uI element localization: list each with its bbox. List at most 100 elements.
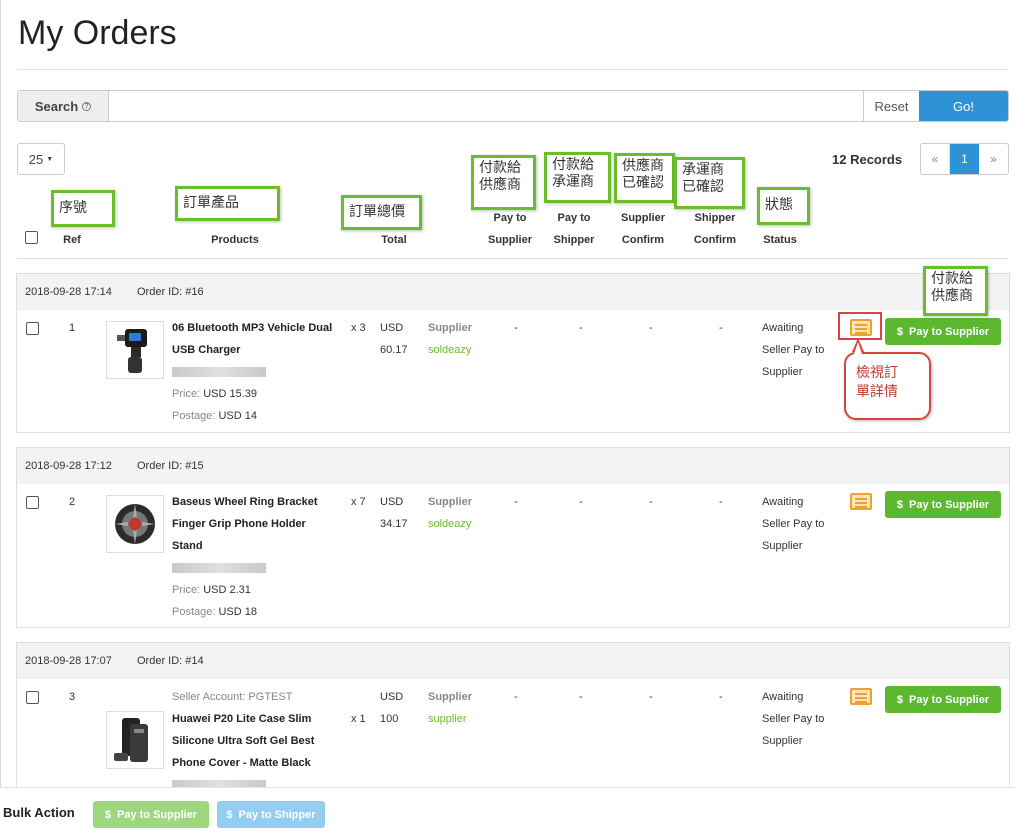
- annotation-pay-button-line1: 付款給: [931, 271, 973, 287]
- select-all-checkbox[interactable]: [25, 231, 38, 244]
- search-input[interactable]: [109, 91, 863, 121]
- order-status: Awaiting Seller Pay to Supplier: [762, 491, 838, 557]
- product-name-line3[interactable]: Stand: [172, 535, 348, 557]
- order-checkbox[interactable]: [26, 322, 39, 335]
- product-name-line1[interactable]: Huawei P20 Lite Case Slim: [172, 708, 348, 730]
- annotation-supplier-confirm: 供應商 已確認: [614, 153, 675, 203]
- status-line3: Supplier: [762, 735, 803, 747]
- supplier-confirm-value: -: [649, 691, 653, 703]
- col-pay-to-shipper[interactable]: Pay to Shipper: [546, 207, 602, 251]
- search-label-text: Search: [34, 98, 79, 114]
- detail-icon-highlight: [838, 312, 882, 340]
- supplier-label: Supplier: [428, 496, 473, 508]
- prev-page-button[interactable]: «: [921, 144, 950, 174]
- annotation-pay-button: 付款給 供應商: [923, 266, 988, 316]
- supplier-name[interactable]: soldeazy: [428, 339, 472, 361]
- dollar-icon: $: [226, 808, 233, 821]
- status-line3: Supplier: [762, 540, 803, 552]
- total-amount: 60.17: [380, 344, 408, 356]
- callout-line2: 單詳情: [856, 384, 898, 400]
- product-name-line2[interactable]: USB Charger: [172, 339, 348, 361]
- page-size-select[interactable]: 25 ▼: [17, 143, 65, 175]
- view-order-detail-icon[interactable]: [850, 688, 872, 705]
- order-header: 2018-09-28 17:12 Order ID: #15: [17, 448, 1009, 484]
- view-order-detail-icon[interactable]: [850, 493, 872, 510]
- product-name-line1[interactable]: 06 Bluetooth MP3 Vehicle Dual: [172, 317, 348, 339]
- callout-line1: 檢視訂: [856, 365, 898, 381]
- pay-to-supplier-label: Pay to Supplier: [909, 325, 990, 338]
- product-price: Price: USD 2.31: [172, 579, 348, 601]
- records-count: 12 Records: [832, 152, 903, 167]
- product-image[interactable]: [106, 711, 164, 769]
- page-title: My Orders: [18, 14, 177, 52]
- next-page-button[interactable]: »: [979, 144, 1008, 174]
- pay-to-supplier-button[interactable]: $ Pay to Supplier: [885, 491, 1001, 518]
- pay-to-supplier-button[interactable]: $ Pay to Supplier: [885, 686, 1001, 713]
- callout-pointer-fill: [854, 342, 862, 354]
- supplier-name[interactable]: soldeazy: [428, 513, 472, 535]
- order-checkbox[interactable]: [26, 496, 39, 509]
- order-status: Awaiting Seller Pay to Supplier: [762, 686, 838, 752]
- order-checkbox[interactable]: [26, 691, 39, 704]
- order-date: 2018-09-28 17:07: [25, 655, 112, 667]
- total-amount: 100: [380, 713, 399, 725]
- pay-to-supplier-label: Pay to Supplier: [909, 498, 990, 511]
- col-supplier-confirm-line1: Supplier: [620, 212, 665, 224]
- postage-value: USD 18: [218, 606, 258, 618]
- page-left-border: [0, 0, 1, 830]
- pagination: « 1 »: [920, 143, 1009, 175]
- status-line3: Supplier: [762, 366, 803, 378]
- redacted-field: [172, 361, 348, 383]
- reset-button[interactable]: Reset: [863, 91, 919, 121]
- col-pay-to-supplier-line1: Pay to: [493, 212, 527, 224]
- status-line2: Seller Pay to: [762, 713, 825, 725]
- supplier-label: Supplier: [428, 322, 473, 334]
- total-amount: 34.17: [380, 518, 408, 530]
- title-divider: [18, 69, 1008, 70]
- col-shipper-confirm[interactable]: Shipper Confirm: [684, 207, 746, 251]
- order-quantity: x 1: [351, 713, 366, 725]
- page-1-button[interactable]: 1: [950, 144, 979, 174]
- order-date: 2018-09-28 17:12: [25, 460, 112, 472]
- order-quantity: x 3: [351, 322, 366, 334]
- product-name-line2[interactable]: Silicone Ultra Soft Gel Best: [172, 730, 348, 752]
- order-ref: 1: [69, 322, 76, 334]
- product-info: 06 Bluetooth MP3 Vehicle Dual USB Charge…: [172, 317, 348, 427]
- annotation-pay-supplier: 付款給 供應商: [471, 155, 536, 210]
- pay-to-supplier-value: -: [514, 496, 518, 508]
- status-line1: Awaiting: [762, 496, 804, 508]
- bulk-pay-to-shipper-button[interactable]: $ Pay to Shipper: [217, 801, 325, 828]
- col-pay-to-supplier[interactable]: Pay to Supplier: [480, 207, 540, 251]
- annotation-pay-shipper-line1: 付款給: [552, 157, 594, 173]
- price-value: USD 15.39: [203, 388, 257, 400]
- order-total: USD 60.17: [380, 317, 408, 361]
- order-id: Order ID: #15: [137, 460, 204, 472]
- price-label: Price:: [172, 584, 201, 596]
- go-button[interactable]: Go!: [919, 91, 1008, 121]
- price-value: USD 2.31: [203, 584, 251, 596]
- annotation-pay-supplier-line2: 供應商: [479, 177, 521, 193]
- seller-account: Seller Account: PGTEST: [172, 691, 293, 703]
- postage-label: Postage:: [172, 410, 216, 422]
- product-name-line2[interactable]: Finger Grip Phone Holder: [172, 513, 348, 535]
- supplier-name[interactable]: supplier: [428, 708, 472, 730]
- order-total: USD 34.17: [380, 491, 408, 535]
- order-quantity: x 7: [351, 496, 366, 508]
- header-divider: [17, 258, 1008, 259]
- redacted-field: [172, 557, 348, 579]
- help-icon[interactable]: ?: [82, 101, 92, 111]
- product-image[interactable]: [106, 495, 164, 553]
- shipper-confirm-value: -: [719, 496, 723, 508]
- pay-to-supplier-button[interactable]: $ Pay to Supplier: [885, 318, 1001, 345]
- product-info: Seller Account: PGTEST Huawei P20 Lite C…: [172, 686, 348, 796]
- price-label: Price:: [172, 388, 201, 400]
- col-total: Total: [381, 234, 407, 246]
- bulk-pay-to-supplier-button[interactable]: $ Pay to Supplier: [93, 801, 209, 828]
- product-name-line1[interactable]: Baseus Wheel Ring Bracket: [172, 491, 348, 513]
- product-name-line3[interactable]: Phone Cover - Matte Black: [172, 752, 348, 774]
- product-image[interactable]: [106, 321, 164, 379]
- annotation-status: 狀態: [757, 187, 810, 225]
- pay-to-shipper-value: -: [579, 691, 583, 703]
- dollar-icon: $: [896, 498, 904, 511]
- col-supplier-confirm[interactable]: Supplier Confirm: [612, 207, 674, 251]
